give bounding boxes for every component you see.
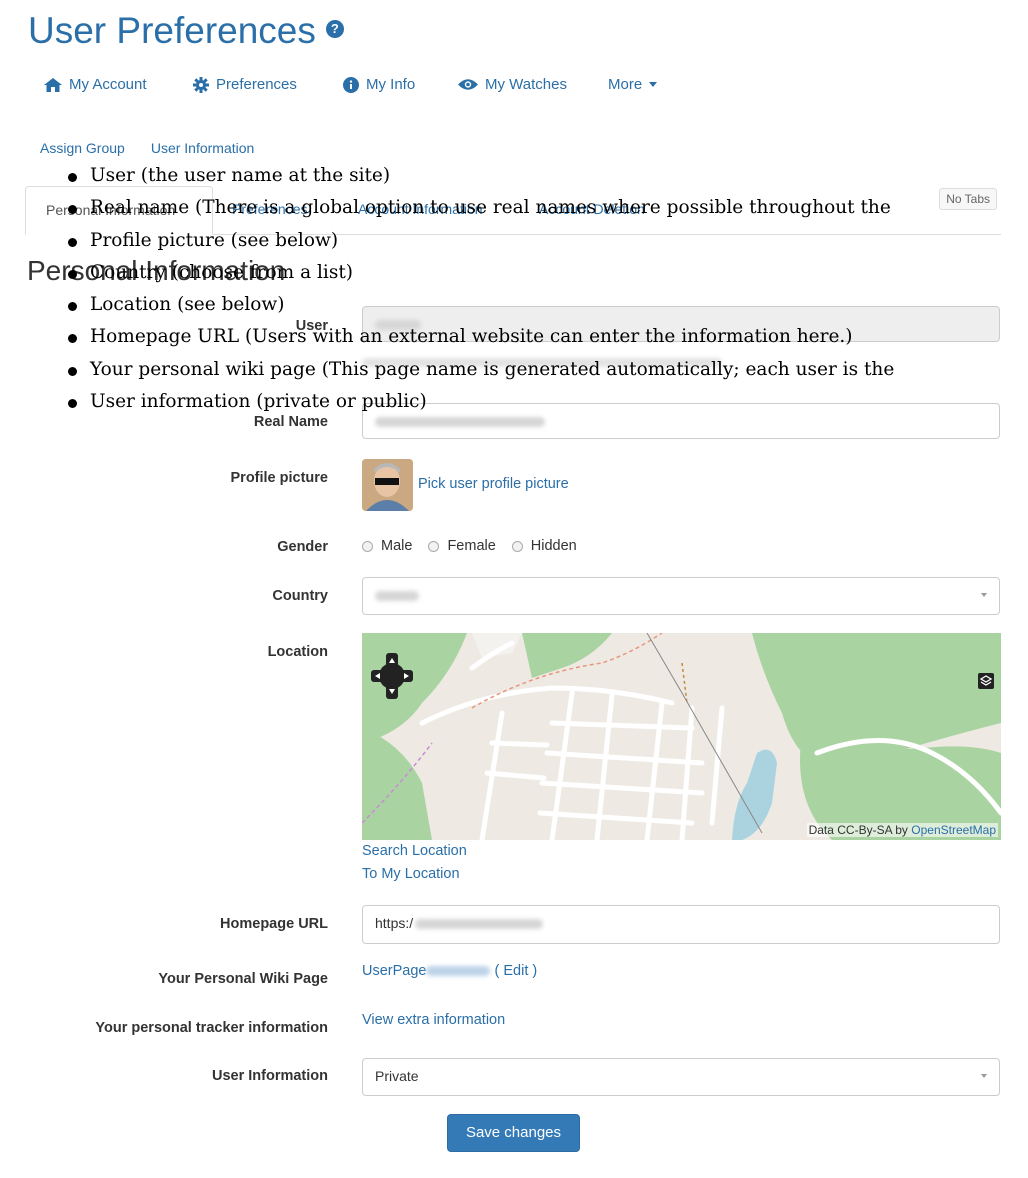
home-icon <box>44 77 62 92</box>
list-item: Location (see below) <box>64 289 894 321</box>
map-layers-icon[interactable] <box>978 673 994 689</box>
map-attribution: Data CC-By-SA by OpenStreetMap <box>806 823 998 837</box>
feature-bullet-list: User (the user name at the site) Real na… <box>64 160 894 418</box>
gender-female-radio[interactable]: Female <box>428 538 496 554</box>
wiki-edit-link[interactable]: Edit <box>503 963 528 979</box>
list-item: User (the user name at the site) <box>64 160 894 192</box>
nav-preferences[interactable]: Preferences <box>193 76 297 93</box>
map-pan-control[interactable] <box>371 653 413 699</box>
gear-icon <box>193 76 209 93</box>
personal-wiki-page-label: Your Personal Wiki Page <box>158 971 328 987</box>
homepage-url-input[interactable]: https:/ <box>362 905 1000 944</box>
nav-label: My Account <box>69 76 147 93</box>
sub-links: Assign Group User Information <box>40 140 280 156</box>
nav-my-account[interactable]: My Account <box>44 76 147 93</box>
nav-label: My Info <box>366 76 416 93</box>
to-my-location-link[interactable]: To My Location <box>362 866 460 882</box>
country-label: Country <box>272 588 328 604</box>
assign-group-link[interactable]: Assign Group <box>40 140 125 156</box>
gender-hidden-radio[interactable]: Hidden <box>511 538 577 554</box>
gender-label: Gender <box>277 539 328 555</box>
gender-male-radio[interactable]: Male <box>362 538 412 554</box>
list-item: Profile picture (see below) <box>64 225 894 257</box>
list-item: Homepage URL (Users with an external web… <box>64 321 894 353</box>
page-title: User Preferences? <box>28 10 344 52</box>
nav-label: Preferences <box>216 76 297 93</box>
caret-down-icon <box>649 82 658 87</box>
list-item: User information (private or public) <box>64 386 894 418</box>
gender-radio-group: Male Female Hidden <box>362 538 593 554</box>
list-item: Real name (There is a global option to u… <box>64 192 894 224</box>
list-item: Your personal wiki page (This page name … <box>64 354 894 386</box>
profile-picture-label: Profile picture <box>230 470 329 486</box>
nav-my-info[interactable]: My Info <box>343 76 415 93</box>
country-select[interactable] <box>362 577 1000 615</box>
page-title-text: User Preferences <box>28 10 316 51</box>
openstreetmap-link[interactable]: OpenStreetMap <box>911 823 996 837</box>
nav-more[interactable]: More <box>608 76 658 93</box>
save-changes-button[interactable]: Save changes <box>447 1114 580 1152</box>
list-item: Country (choose from a list) <box>64 257 894 289</box>
tracker-info-label: Your personal tracker information <box>95 1020 328 1036</box>
user-information-select[interactable]: Private <box>362 1058 1000 1096</box>
nav-my-watches[interactable]: My Watches <box>458 76 567 93</box>
user-information-link[interactable]: User Information <box>151 140 254 156</box>
pick-profile-picture-link[interactable]: Pick user profile picture <box>418 476 569 492</box>
location-map[interactable]: Data CC-By-SA by OpenStreetMap <box>362 633 1001 840</box>
view-extra-information-link[interactable]: View extra information <box>362 1012 505 1028</box>
chevron-down-icon <box>981 1074 987 1078</box>
avatar <box>362 459 413 511</box>
question-circle-icon[interactable]: ? <box>325 20 344 39</box>
info-circle-icon <box>343 76 359 93</box>
homepage-url-label: Homepage URL <box>220 916 328 932</box>
nav-label: More <box>608 76 643 93</box>
chevron-down-icon <box>981 593 987 597</box>
eye-icon <box>458 79 478 90</box>
no-tabs-button[interactable]: No Tabs <box>939 188 997 210</box>
search-location-link[interactable]: Search Location <box>362 843 467 859</box>
user-information-label: User Information <box>211 1068 328 1084</box>
personal-wiki-page-link[interactable]: UserPage ( Edit ) <box>362 963 537 979</box>
nav-label: My Watches <box>485 76 567 93</box>
location-label: Location <box>267 644 328 660</box>
